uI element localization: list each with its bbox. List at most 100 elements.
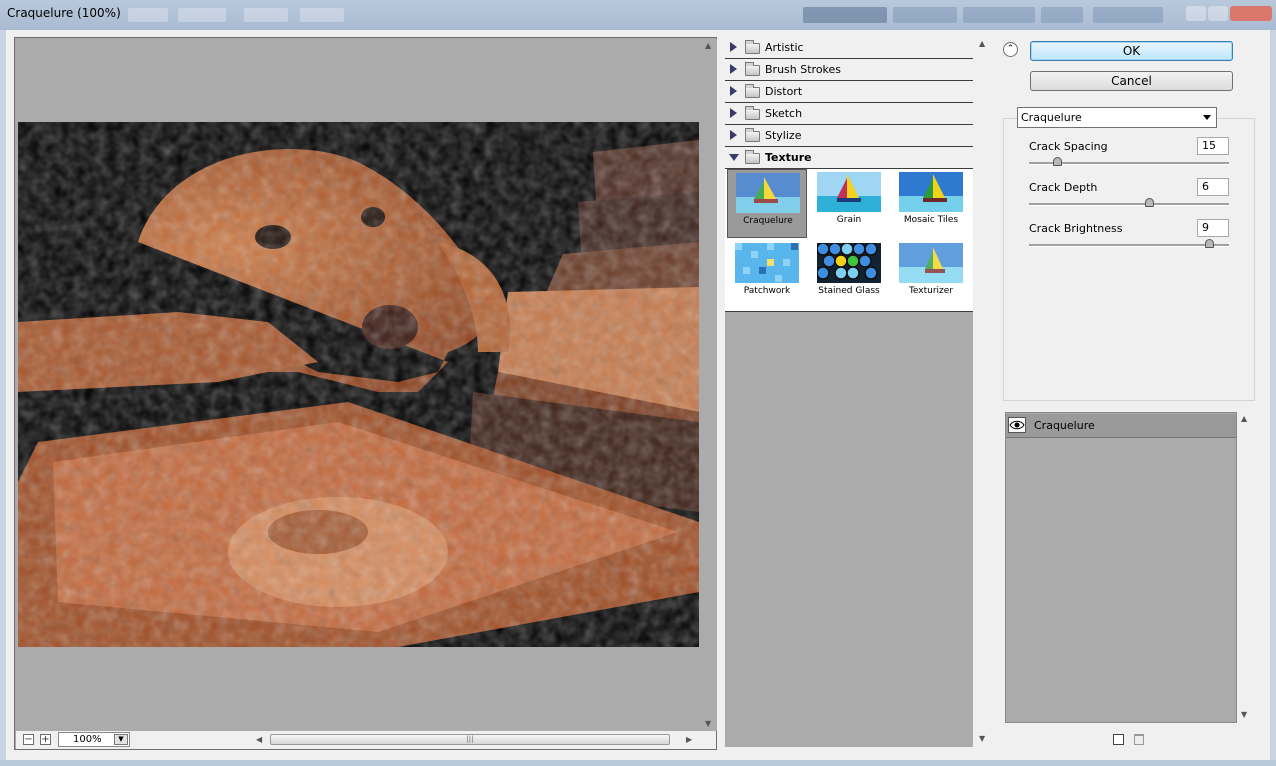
settings-column: ⌃ OK Cancel Craquelure Crack Spacing 15 …	[1000, 37, 1260, 752]
scroll-up-arrow-icon[interactable]: ▲	[705, 41, 711, 50]
sailboat-thumbnail	[817, 172, 881, 212]
filter-gallery: Artistic Brush Strokes Distort Sketch St…	[725, 37, 973, 747]
ghost-workspace-tab	[893, 7, 957, 23]
scroll-down-arrow-icon[interactable]: ▼	[1241, 710, 1247, 719]
crack-depth-input[interactable]: 6	[1197, 178, 1229, 196]
thumb-label: Patchwork	[743, 286, 791, 296]
scrollbar-thumb[interactable]: |||	[270, 734, 670, 745]
scroll-down-arrow-icon[interactable]: ▼	[979, 734, 985, 743]
filter-select[interactable]: Craquelure	[1017, 107, 1217, 128]
crack-spacing-slider[interactable]	[1029, 157, 1229, 166]
expand-arrow-icon[interactable]	[730, 108, 737, 118]
ghost-toolbar-item	[244, 8, 288, 22]
preview-pane[interactable]: ▲ ▼ − + 100% ▼ ◀ ||| ▶	[14, 37, 717, 750]
category-artistic[interactable]: Artistic	[725, 37, 973, 59]
texture-thumbnails: Craquelure Grain Mosaic Tiles Patchwork …	[725, 169, 973, 312]
expand-arrow-icon[interactable]	[730, 64, 737, 74]
thumb-label: Mosaic Tiles	[903, 215, 959, 225]
chevron-down-icon	[1203, 115, 1211, 120]
crack-brightness-input[interactable]: 9	[1197, 219, 1229, 237]
sailboat-thumbnail	[899, 172, 963, 212]
expand-arrow-icon[interactable]	[730, 86, 737, 96]
minimize-button[interactable]	[1186, 6, 1206, 21]
collapse-arrow-icon[interactable]	[729, 154, 739, 161]
ok-button[interactable]: OK	[1030, 41, 1233, 61]
scroll-up-arrow-icon[interactable]: ▲	[979, 39, 985, 48]
stained-glass-thumbnail	[817, 243, 881, 283]
window-title: Craquelure (100%)	[7, 6, 121, 20]
category-distort[interactable]: Distort	[725, 81, 973, 103]
gallery-scrollbar[interactable]: ▲ ▼	[975, 37, 991, 747]
maximize-button[interactable]	[1208, 6, 1228, 21]
category-sketch[interactable]: Sketch	[725, 103, 973, 125]
filtered-dog-image	[18, 122, 699, 647]
layers-scrollbar[interactable]: ▲ ▼	[1237, 412, 1254, 723]
ghost-toolbar-item	[128, 8, 168, 22]
category-stylize[interactable]: Stylize	[725, 125, 973, 147]
category-label: Sketch	[765, 107, 803, 120]
new-effect-layer-icon[interactable]	[1113, 734, 1124, 745]
filter-select-value: Craquelure	[1021, 111, 1082, 124]
preview-footer: − + 100% ▼ ◀ ||| ▶	[16, 731, 716, 749]
thumb-patchwork[interactable]: Patchwork	[727, 240, 807, 309]
preview-image[interactable]	[18, 122, 699, 647]
ghost-toolbar-item	[300, 8, 344, 22]
open-folder-icon	[745, 150, 760, 164]
category-label: Artistic	[765, 41, 804, 54]
preview-horizontal-scrollbar[interactable]: ◀ ||| ▶	[256, 733, 696, 747]
collapse-gallery-icon[interactable]: ⌃	[1003, 42, 1018, 57]
effect-layer-row[interactable]: Craquelure	[1006, 414, 1236, 438]
patchwork-thumbnail	[735, 243, 799, 283]
cancel-button[interactable]: Cancel	[1030, 71, 1233, 91]
ghost-workspace-tab	[1041, 7, 1083, 23]
effect-layer-label: Craquelure	[1034, 419, 1095, 432]
window-frame-bottom	[0, 760, 1276, 766]
title-bar: Craquelure (100%)	[0, 0, 1276, 30]
crack-depth-label: Crack Depth	[1029, 181, 1098, 194]
folder-icon	[745, 40, 760, 54]
effect-layers-panel: Craquelure	[1005, 412, 1237, 723]
folder-icon	[745, 84, 760, 98]
scroll-left-arrow-icon[interactable]: ◀	[256, 735, 262, 744]
expand-arrow-icon[interactable]	[730, 42, 737, 52]
ghost-toolbar-item	[178, 8, 226, 22]
delete-effect-layer-icon[interactable]	[1134, 734, 1144, 745]
zoom-in-button[interactable]: +	[40, 734, 51, 745]
thumb-stained-glass[interactable]: Stained Glass	[809, 240, 889, 309]
category-texture[interactable]: Texture	[725, 147, 973, 169]
visibility-eye-icon[interactable]	[1008, 417, 1026, 433]
category-label: Stylize	[765, 129, 802, 142]
crack-depth-slider[interactable]	[1029, 198, 1229, 207]
ghost-workspace-tab	[803, 7, 887, 23]
crack-spacing-input[interactable]: 15	[1197, 137, 1229, 155]
thumb-mosaic-tiles[interactable]: Mosaic Tiles	[891, 169, 971, 238]
scroll-down-arrow-icon[interactable]: ▼	[705, 719, 711, 728]
close-button[interactable]	[1230, 6, 1272, 21]
thumb-label: Craquelure	[743, 216, 793, 226]
zoom-dropdown-button[interactable]: ▼	[114, 734, 128, 745]
thumb-grain[interactable]: Grain	[809, 169, 889, 238]
thumb-texturizer[interactable]: Texturizer	[891, 240, 971, 309]
zoom-out-button[interactable]: −	[23, 734, 34, 745]
crack-spacing-label: Crack Spacing	[1029, 140, 1108, 153]
scroll-up-arrow-icon[interactable]: ▲	[1241, 414, 1247, 423]
thumb-label: Texturizer	[908, 286, 954, 296]
crack-brightness-slider[interactable]	[1029, 239, 1229, 248]
thumb-label: Stained Glass	[818, 286, 880, 296]
folder-icon	[745, 128, 760, 142]
scroll-right-arrow-icon[interactable]: ▶	[686, 735, 692, 744]
expand-arrow-icon[interactable]	[730, 130, 737, 140]
category-label: Brush Strokes	[765, 63, 842, 76]
thumb-label: Grain	[836, 215, 862, 225]
folder-icon	[745, 106, 760, 120]
ghost-workspace-tab	[963, 7, 1035, 23]
category-label: Texture	[765, 151, 812, 164]
ghost-search	[1093, 7, 1163, 23]
crack-brightness-label: Crack Brightness	[1029, 222, 1123, 235]
category-label: Distort	[765, 85, 803, 98]
category-brush-strokes[interactable]: Brush Strokes	[725, 59, 973, 81]
sailboat-thumbnail	[899, 243, 963, 283]
preview-vertical-scrollbar[interactable]: ▲ ▼	[701, 39, 717, 731]
sailboat-thumbnail	[736, 173, 800, 213]
thumb-craquelure[interactable]: Craquelure	[727, 169, 807, 238]
